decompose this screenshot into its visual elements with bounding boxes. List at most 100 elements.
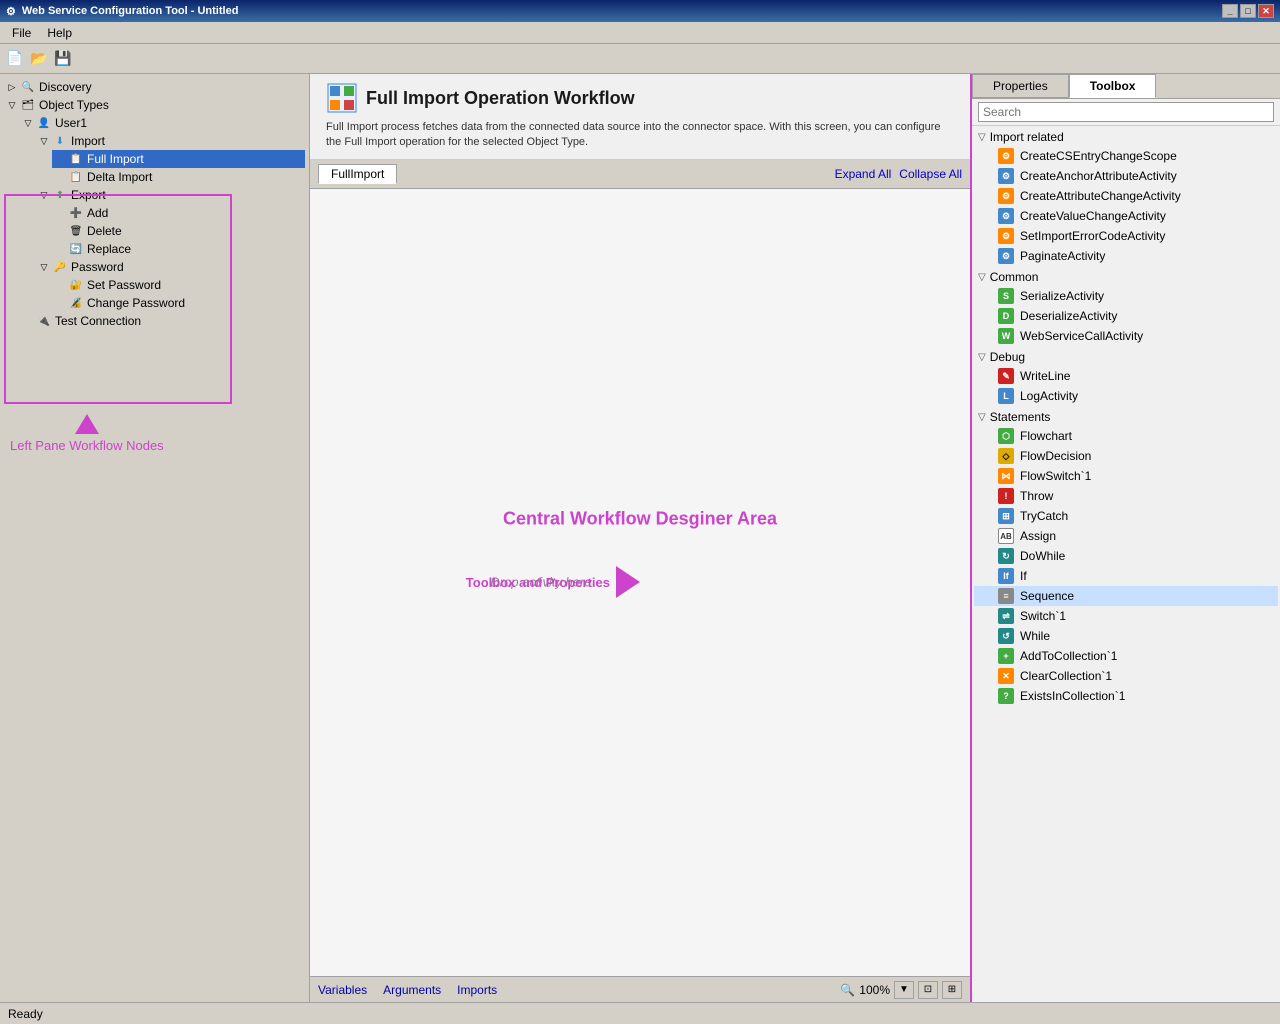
tb-item-icon: ⇌ [998,608,1014,624]
tb-item-writeline[interactable]: ✎ WriteLine [974,366,1278,386]
tb-item-label: FlowSwitch`1 [1020,469,1091,483]
tb-item-dowhile[interactable]: ↻ DoWhile [974,546,1278,566]
workflow-tab-fullimport[interactable]: FullImport [318,164,397,184]
tb-item-icon: ⚙ [998,148,1014,164]
tb-item-if[interactable]: If If [974,566,1278,586]
expand-icon[interactable]: ▽ [36,133,52,149]
group-header-statements[interactable]: ▽ Statements [974,408,1278,426]
tb-item-throw[interactable]: ! Throw [974,486,1278,506]
tb-item-switch[interactable]: ⇌ Switch`1 [974,606,1278,626]
group-statements: ▽ Statements ⬡ Flowchart ◇ FlowDecision … [974,408,1278,706]
zoom-dropdown-button[interactable]: ▼ [894,981,914,999]
tb-item-existsincollection[interactable]: ? ExistsInCollection`1 [974,686,1278,706]
left-pane: ▷ 🔍 Discovery ▽ 🗂 Object Types ▽ 👤 User1… [0,74,310,1002]
tree-label: Change Password [87,296,185,310]
tree-item-fullimport[interactable]: 📋 Full Import [52,150,305,168]
collapse-all-button[interactable]: Collapse All [899,167,962,181]
tb-item-flowswitch[interactable]: ⋈ FlowSwitch`1 [974,466,1278,486]
tb-item-icon: If [998,568,1014,584]
tree-item-objecttypes[interactable]: ▽ 🗂 Object Types [4,96,305,114]
tb-item-createvalue[interactable]: ⚙ CreateValueChangeActivity [974,206,1278,226]
tb-item-deserialize[interactable]: D DeserializeActivity [974,306,1278,326]
tree-label: Set Password [87,278,161,292]
expand-icon[interactable]: ▽ [36,187,52,203]
tb-item-trycatch[interactable]: ⊞ TryCatch [974,506,1278,526]
tab-variables[interactable]: Variables [318,983,367,997]
center-workflow-label: Central Workflow Desginer Area [503,509,777,530]
tb-item-logactivity[interactable]: L LogActivity [974,386,1278,406]
tab-imports[interactable]: Imports [457,983,497,997]
minimize-button[interactable]: _ [1222,4,1238,18]
tb-item-icon: ✎ [998,368,1014,384]
zoom-fit-button[interactable]: ⊡ [918,981,938,999]
maximize-button[interactable]: □ [1240,4,1256,18]
tb-item-icon: S [998,288,1014,304]
new-button[interactable]: 📄 [4,48,26,70]
expand-all-button[interactable]: Expand All [835,167,892,181]
delete-icon: 🗑 [68,223,84,239]
tb-item-label: PaginateActivity [1020,249,1105,263]
tb-item-while[interactable]: ↺ While [974,626,1278,646]
tree-item-user1[interactable]: ▽ 👤 User1 [20,114,305,132]
group-label: Import related [990,130,1064,144]
tb-item-paginate[interactable]: ⚙ PaginateActivity [974,246,1278,266]
group-debug: ▽ Debug ✎ WriteLine L LogActivity [974,348,1278,406]
tb-item-flowdecision[interactable]: ◇ FlowDecision [974,446,1278,466]
tb-item-flowchart[interactable]: ⬡ Flowchart [974,426,1278,446]
tree-item-deltaimport[interactable]: 📋 Delta Import [52,168,305,186]
tree-item-password[interactable]: ▽ 🔑 Password [36,258,305,276]
tb-item-serialize[interactable]: S SerializeActivity [974,286,1278,306]
group-header-import-related[interactable]: ▽ Import related [974,128,1278,146]
tb-item-sequence[interactable]: ≡ Sequence [974,586,1278,606]
tb-item-createanchor[interactable]: ⚙ CreateAnchorAttributeActivity [974,166,1278,186]
designer-area[interactable]: Drop activity here Central Workflow Desg… [310,189,970,976]
tb-item-clearcollection[interactable]: ✕ ClearCollection`1 [974,666,1278,686]
group-header-debug[interactable]: ▽ Debug [974,348,1278,366]
tree-label: Import [71,134,105,148]
zoom-actual-button[interactable]: ⊞ [942,981,962,999]
title-bar-controls[interactable]: _ □ ✕ [1222,4,1274,18]
close-button[interactable]: ✕ [1258,4,1274,18]
open-button[interactable]: 📂 [28,48,50,70]
expand-icon[interactable]: ▽ [20,115,36,131]
tab-properties[interactable]: Properties [972,74,1069,98]
export-children: ➕ Add 🗑 Delete 🔄 Replace [52,204,305,258]
menu-file[interactable]: File [4,24,39,42]
menu-help[interactable]: Help [39,24,80,42]
tb-item-createattribute[interactable]: ⚙ CreateAttributeChangeActivity [974,186,1278,206]
tree-item-replace[interactable]: 🔄 Replace [52,240,305,258]
group-header-common[interactable]: ▽ Common [974,268,1278,286]
tree-label: Test Connection [55,314,141,328]
expand-icon[interactable]: ▽ [4,97,20,113]
tb-item-icon: + [998,648,1014,664]
annotation-arrow-up [10,414,164,434]
tree-item-export[interactable]: ▽ ⬆ Export [36,186,305,204]
setpassword-icon: 🔐 [68,277,84,293]
expand-icon[interactable]: ▷ [4,79,20,95]
content-area: ▷ 🔍 Discovery ▽ 🗂 Object Types ▽ 👤 User1… [0,74,1280,1002]
tree-item-delete[interactable]: 🗑 Delete [52,222,305,240]
tb-item-createcsentry[interactable]: ⚙ CreateCSEntryChangeScope [974,146,1278,166]
save-button[interactable]: 💾 [52,48,74,70]
tb-item-webservice[interactable]: W WebServiceCallActivity [974,326,1278,346]
tree-item-discovery[interactable]: ▷ 🔍 Discovery [4,78,305,96]
tree-item-setpassword[interactable]: 🔐 Set Password [52,276,305,294]
toolbox-label: Toolbox and Properties [466,575,610,590]
expand-icon[interactable]: ▽ [36,259,52,275]
main-content: ▷ 🔍 Discovery ▽ 🗂 Object Types ▽ 👤 User1… [0,74,1280,1024]
tree-item-import[interactable]: ▽ ⬇ Import [36,132,305,150]
tb-item-label: CreateAnchorAttributeActivity [1020,169,1177,183]
group-expand-icon: ▽ [978,352,986,363]
tb-item-setimporterror[interactable]: ⚙ SetImportErrorCodeActivity [974,226,1278,246]
tab-arguments[interactable]: Arguments [383,983,441,997]
tab-toolbox[interactable]: Toolbox [1069,74,1157,98]
tree-item-changepassword[interactable]: 🔏 Change Password [52,294,305,312]
tree-label: Add [87,206,108,220]
tree-item-add[interactable]: ➕ Add [52,204,305,222]
search-input[interactable] [978,102,1274,122]
tb-item-addtocollection[interactable]: + AddToCollection`1 [974,646,1278,666]
expand-icon [52,241,68,257]
tb-item-label: Throw [1020,489,1053,503]
tb-item-assign[interactable]: AB Assign [974,526,1278,546]
tree-item-testconnection[interactable]: 🔌 Test Connection [20,312,305,330]
